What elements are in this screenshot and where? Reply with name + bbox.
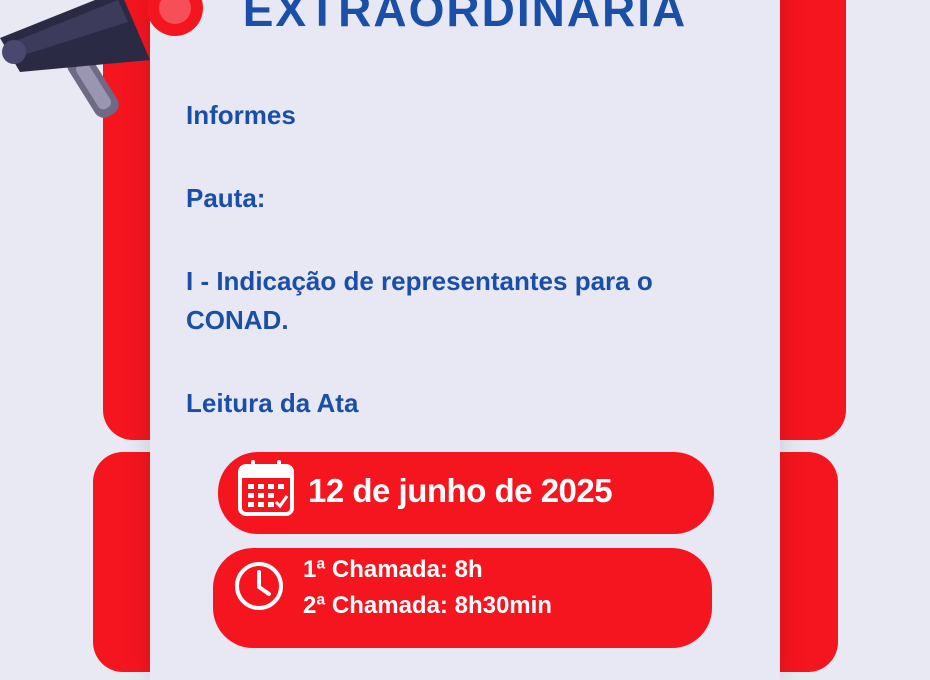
first-call-text: 1ª Chamada: 8h: [303, 556, 483, 583]
schedule-pill: 1ª Chamada: 8h 2ª Chamada: 8h30min: [213, 548, 712, 648]
agenda: Informes Pauta: I - Indicação de represe…: [186, 96, 756, 423]
megaphone-icon: [0, 0, 203, 118]
clock-icon: [235, 562, 283, 610]
second-call-text: 2ª Chamada: 8h30min: [303, 592, 552, 619]
calendar-icon: [238, 460, 294, 516]
date-text: 12 de junho de 2025: [308, 472, 613, 509]
agenda-leitura: Leitura da Ata: [186, 388, 359, 418]
agenda-pauta: Pauta:: [186, 183, 266, 213]
date-pill: 12 de junho de 2025: [218, 452, 714, 534]
agenda-item-line1: I - Indicação de representantes para o: [186, 266, 653, 296]
agenda-informes: Informes: [186, 100, 296, 130]
agenda-item-line2: CONAD.: [186, 305, 289, 335]
